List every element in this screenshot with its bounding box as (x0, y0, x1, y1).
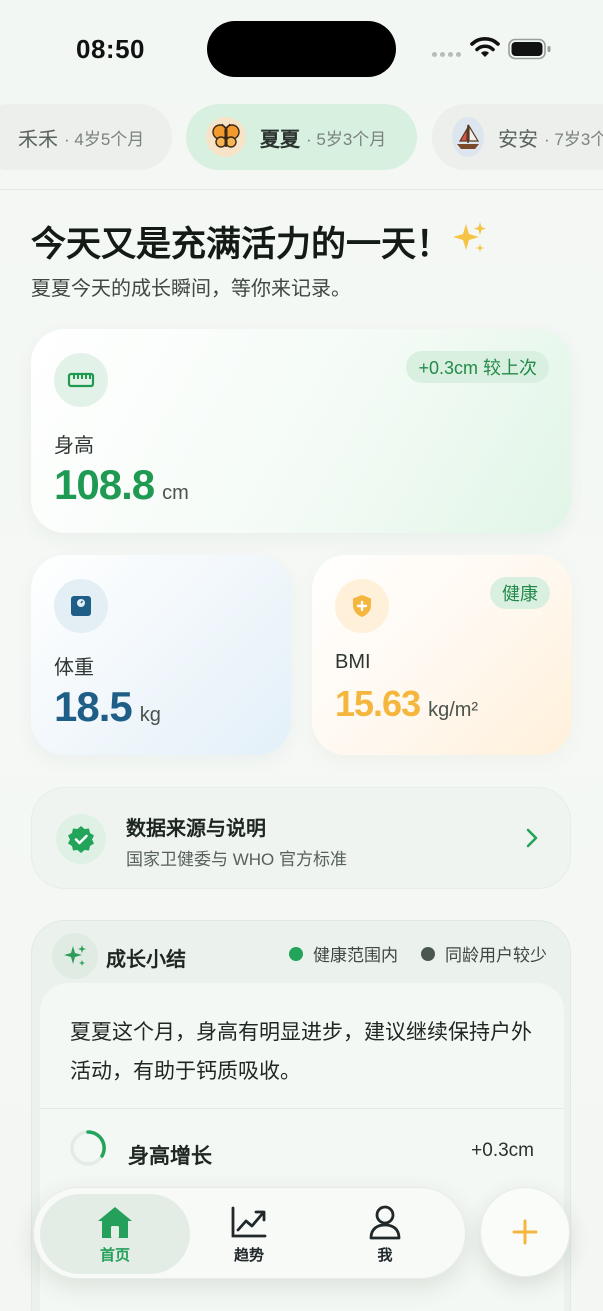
data-source-subtitle: 国家卫健委与 WHO 官方标准 (126, 850, 347, 869)
scale-icon (54, 579, 108, 633)
height-unit: cm (162, 482, 189, 504)
legend-label: 健康范围内 (313, 946, 398, 965)
child-age: · 7岁3个月 (544, 129, 603, 149)
weight-number: 18.5 (54, 683, 133, 730)
tab-me[interactable]: 我 (310, 1194, 460, 1274)
status-time: 08:50 (76, 34, 145, 64)
stat-value: +0.3cm (471, 1140, 534, 1161)
person-icon (369, 1205, 401, 1239)
sailboat-icon (452, 117, 484, 157)
tab-home[interactable]: 首页 (40, 1194, 190, 1274)
tab-trend[interactable]: 趋势 (174, 1194, 324, 1274)
divider (40, 1108, 564, 1109)
bmi-number: 15.63 (335, 683, 421, 724)
legend-label: 同龄用户较少 (445, 946, 547, 965)
child-chip-anan[interactable]: 安安 · 7岁3个月 (432, 104, 603, 170)
home-icon (98, 1206, 132, 1238)
child-name: 夏夏 (260, 128, 300, 151)
stat-row[interactable]: 身高增长 +0.3cm (40, 1128, 564, 1178)
bmi-value: 15.63 kg/m² (335, 683, 478, 725)
dynamic-island (207, 21, 396, 77)
page-subtitle: 夏夏今天的成长瞬间，等你来记录。 (31, 278, 351, 300)
page-title: 今天又是充满活力的一天！ (31, 225, 452, 264)
child-name: 安安 (498, 128, 538, 151)
bottom-tab-bar: 首页 趋势 我 (33, 1187, 466, 1279)
weight-card[interactable]: 体重 18.5 kg (31, 555, 291, 755)
stat-label: 身高增长 (128, 1145, 212, 1168)
legend-dot (421, 946, 435, 961)
height-card[interactable]: +0.3cm 较上次 身高 108.8 cm (31, 329, 571, 533)
verified-badge-icon (56, 814, 106, 864)
tab-label: 我 (377, 1246, 393, 1264)
height-change-badge: +0.3cm 较上次 (406, 351, 549, 383)
bmi-status-badge: 健康 (490, 577, 550, 609)
weight-label: 体重 (54, 657, 94, 679)
summary-title: 成长小结 (106, 949, 186, 971)
tab-label: 首页 (99, 1246, 130, 1264)
progress-ring-icon (70, 1130, 106, 1166)
child-age: · 5岁3个月 (306, 129, 387, 149)
legend-few-peers: 同龄用户较少 (421, 941, 547, 966)
legend-healthy: 健康范围内 (289, 941, 398, 966)
child-selector: 禾禾 · 4岁5个月 夏夏 · 5岁3个月 安安 · 7岁3个 (0, 104, 603, 172)
data-source-title: 数据来源与说明 (126, 818, 266, 840)
status-bar: 08:50 (0, 0, 603, 100)
legend-dot (289, 946, 303, 961)
plus-icon (512, 1219, 538, 1245)
sparkles-icon (52, 933, 98, 979)
battery-icon (508, 38, 551, 60)
bmi-card[interactable]: 健康 BMI 15.63 kg/m² (312, 555, 572, 755)
weight-unit: kg (139, 704, 161, 726)
height-value: 108.8 cm (54, 461, 189, 509)
shield-plus-icon (335, 579, 389, 633)
ruler-icon (54, 353, 108, 407)
sparkles-icon (453, 222, 486, 252)
trend-chart-icon (231, 1206, 267, 1237)
data-source-card[interactable]: 数据来源与说明 国家卫健委与 WHO 官方标准 (31, 787, 571, 889)
wifi-icon (470, 37, 500, 57)
add-record-button[interactable] (480, 1187, 570, 1277)
bmi-unit: kg/m² (428, 699, 479, 721)
child-age: · 4岁5个月 (64, 129, 145, 149)
bmi-label: BMI (335, 651, 371, 673)
summary-text: 夏夏这个月，身高有明显进步，建议继续保持户外活动，有助于钙质吸收。 (70, 1021, 532, 1083)
child-name: 禾禾 (18, 128, 58, 151)
butterfly-icon (206, 117, 246, 157)
chevron-right-icon (526, 828, 538, 848)
child-chip-xiaxia[interactable]: 夏夏 · 5岁3个月 (186, 104, 417, 170)
divider (0, 189, 603, 190)
weight-value: 18.5 kg (54, 683, 161, 731)
tab-label: 趋势 (233, 1246, 264, 1264)
height-label: 身高 (54, 435, 94, 457)
signal-dots-icon (432, 52, 461, 57)
height-number: 108.8 (54, 461, 155, 508)
child-chip-hehe[interactable]: 禾禾 · 4岁5个月 (0, 104, 172, 170)
